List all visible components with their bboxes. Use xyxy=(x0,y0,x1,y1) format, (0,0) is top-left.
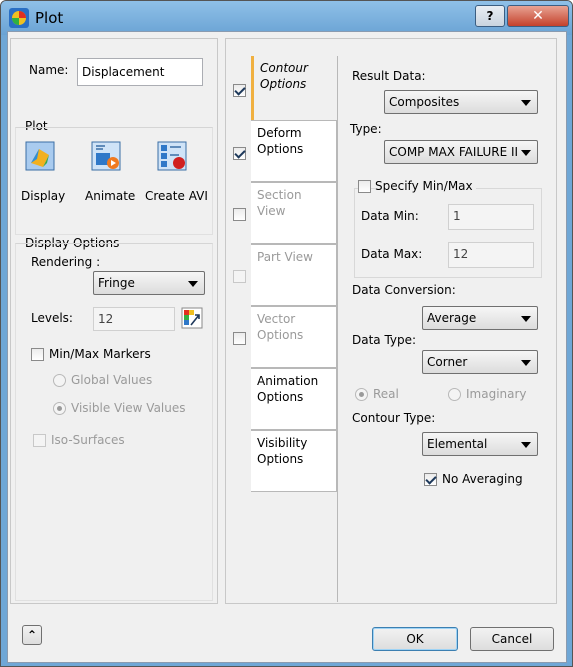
name-field[interactable]: Displacement xyxy=(77,58,203,86)
data-conversion-select[interactable]: Average xyxy=(422,306,538,330)
visible-view-values-radio[interactable] xyxy=(53,402,66,415)
specify-minmax-checkbox[interactable] xyxy=(358,180,371,193)
global-values-radio[interactable] xyxy=(53,374,66,387)
display-plot-icon xyxy=(25,141,55,171)
title-bar: Plot ? ✕ xyxy=(1,1,572,35)
ok-button[interactable]: OK xyxy=(372,627,458,651)
close-button[interactable]: ✕ xyxy=(507,5,569,27)
tab-contour-options[interactable]: Contour Options xyxy=(251,56,337,122)
result-data-select[interactable]: Composites xyxy=(384,90,538,114)
chevron-down-icon xyxy=(521,100,531,106)
animate-label: Animate xyxy=(85,189,136,203)
rendering-label: Rendering : xyxy=(31,255,101,269)
real-label: Real xyxy=(373,387,399,401)
no-averaging-checkbox[interactable] xyxy=(424,473,437,486)
type-label: Type: xyxy=(350,122,382,136)
data-type-value: Corner xyxy=(427,355,468,369)
tab-vector-options[interactable]: Vector Options xyxy=(251,306,337,368)
rendering-value: Fringe xyxy=(98,276,135,290)
no-averaging-label: No Averaging xyxy=(442,472,523,486)
visible-view-values-label: Visible View Values xyxy=(71,401,186,415)
data-max-field[interactable]: 12 xyxy=(448,242,534,268)
display-options-group xyxy=(15,243,213,601)
tab-content-divider xyxy=(337,56,338,602)
specify-minmax-label: Specify Min/Max xyxy=(375,179,476,193)
tab-section-view[interactable]: Section View xyxy=(251,182,337,244)
cancel-button[interactable]: Cancel xyxy=(470,627,554,651)
help-button[interactable]: ? xyxy=(475,5,505,27)
global-values-label: Global Values xyxy=(71,373,153,387)
chevron-down-icon xyxy=(521,360,531,366)
chevron-down-icon xyxy=(521,442,531,448)
minmax-markers-label: Min/Max Markers xyxy=(49,347,151,361)
window-title: Plot xyxy=(35,9,64,27)
data-type-label: Data Type: xyxy=(352,333,417,347)
dialog-body: Name: Displacement Plot Display Animate … xyxy=(7,31,567,663)
iso-surfaces-checkbox[interactable] xyxy=(33,434,46,447)
result-data-value: Composites xyxy=(389,95,460,109)
data-conversion-value: Average xyxy=(427,311,477,325)
data-min-field[interactable]: 1 xyxy=(448,204,534,230)
tab-animation-options[interactable]: Animation Options xyxy=(251,368,337,430)
real-radio[interactable] xyxy=(355,388,368,401)
levels-field[interactable]: 12 xyxy=(93,307,175,331)
app-icon xyxy=(9,8,29,28)
tab-deform-options[interactable]: Deform Options xyxy=(251,120,337,182)
part-view-checkbox[interactable] xyxy=(233,270,246,283)
data-conversion-label: Data Conversion: xyxy=(352,283,456,297)
plot-dialog: Plot ? ✕ Name: Displacement Plot Display xyxy=(0,0,573,667)
deform-options-checkbox[interactable] xyxy=(233,147,246,160)
color-levels-icon[interactable] xyxy=(181,307,203,329)
levels-label: Levels: xyxy=(31,311,73,325)
data-type-select[interactable]: Corner xyxy=(422,350,538,374)
tab-part-view[interactable]: Part View xyxy=(251,244,337,306)
result-data-label: Result Data: xyxy=(352,69,426,83)
iso-surfaces-label: Iso-Surfaces xyxy=(51,433,125,447)
chevron-down-icon xyxy=(521,316,531,322)
vector-options-checkbox[interactable] xyxy=(233,332,246,345)
contour-type-select[interactable]: Elemental xyxy=(422,432,538,456)
create-avi-icon xyxy=(157,141,187,171)
minmax-markers-checkbox[interactable] xyxy=(31,348,44,361)
contour-type-label: Contour Type: xyxy=(352,411,436,425)
imaginary-label: Imaginary xyxy=(466,387,527,401)
chevron-down-icon xyxy=(521,150,531,156)
animate-plot-icon xyxy=(91,141,121,171)
create-avi-button[interactable]: Create AVI xyxy=(141,141,213,207)
animate-button[interactable]: Animate xyxy=(77,141,139,207)
display-label: Display xyxy=(21,189,66,203)
data-min-label: Data Min: xyxy=(361,209,419,223)
display-button[interactable]: Display xyxy=(15,141,75,207)
section-view-checkbox[interactable] xyxy=(233,208,246,221)
contour-options-checkbox[interactable] xyxy=(233,84,246,97)
contour-type-value: Elemental xyxy=(427,437,488,451)
imaginary-radio[interactable] xyxy=(448,388,461,401)
type-value: COMP MAX FAILURE II xyxy=(389,145,517,159)
chevron-down-icon xyxy=(188,281,198,287)
name-label: Name: xyxy=(29,63,69,77)
rendering-select[interactable]: Fringe xyxy=(93,271,205,295)
create-avi-label: Create AVI xyxy=(145,189,208,203)
expand-button[interactable]: ⌃ xyxy=(22,625,42,645)
data-max-label: Data Max: xyxy=(361,247,423,261)
tab-visibility-options[interactable]: Visibility Options xyxy=(251,430,337,492)
left-panel: Name: Displacement Plot Display Animate … xyxy=(10,38,218,604)
type-select[interactable]: COMP MAX FAILURE II xyxy=(384,140,538,164)
